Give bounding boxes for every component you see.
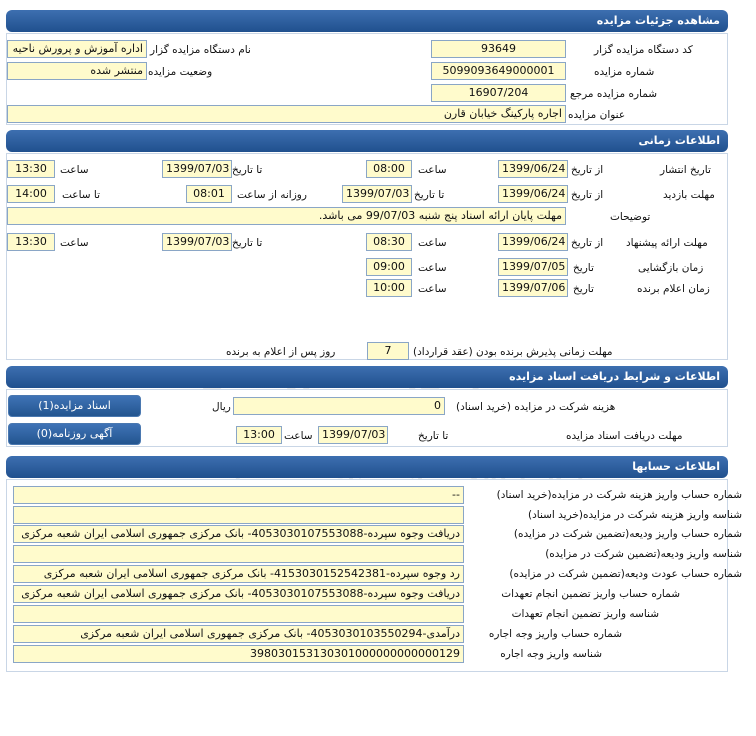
notes-label: توضیحات bbox=[610, 211, 651, 223]
opening-time-field: 09:00 bbox=[366, 258, 412, 276]
auction-no-field: 5099093649000001 bbox=[431, 62, 566, 80]
offer-to-time-field: 13:30 bbox=[7, 233, 55, 251]
account-row-value: 398030153130301000000000000129 bbox=[13, 645, 464, 663]
offer-label: مهلت ارائه پیشنهاد bbox=[626, 237, 708, 249]
account-row-label: شماره حساب واریز تضمین انجام تعهدات bbox=[501, 588, 680, 600]
notes-field: مهلت پایان ارائه اسناد پنج شنبه 99/07/03… bbox=[7, 207, 566, 225]
opening-date-label: تاریخ bbox=[573, 262, 594, 274]
visit-daily-to-field: 14:00 bbox=[7, 185, 55, 203]
account-row-value bbox=[13, 605, 464, 623]
fee-field: 0 bbox=[233, 397, 445, 415]
account-row-value: درآمدی-4053030103550294- بانک مرکزی جمهو… bbox=[13, 625, 464, 643]
offer-from-field: 1399/06/24 bbox=[498, 233, 568, 251]
account-row-label: شماره حساب واریز هزینه شرکت در مزایده(خر… bbox=[496, 489, 742, 501]
documents-section-header: اطلاعات و شرایط دریافت اسناد مزایده bbox=[6, 366, 728, 388]
account-row-value: دریافت وجوه سپرده-4053030107553088- بانک… bbox=[13, 525, 464, 543]
visit-daily-from-field: 08:01 bbox=[186, 185, 232, 203]
title-label: عنوان مزایده bbox=[568, 109, 626, 121]
auction-documents-button[interactable]: اسناد مزایده(1) bbox=[8, 395, 141, 417]
org-name-field: اداره آموزش و پرورش ناحیه bbox=[7, 40, 147, 58]
deadline-time-label: ساعت bbox=[284, 430, 313, 442]
newspaper-ads-button[interactable]: آگهی روزنامه(0) bbox=[8, 423, 141, 445]
title-field: اجاره پارکینگ خیابان قارن bbox=[7, 105, 566, 123]
account-row-value: دریافت وجوه سپرده-4053030107553088- بانک… bbox=[13, 585, 464, 603]
visit-to-field: 1399/07/03 bbox=[342, 185, 412, 203]
visit-from-field: 1399/06/24 bbox=[498, 185, 568, 203]
publish-to-time-field: 13:30 bbox=[7, 160, 55, 178]
visit-daily-to-label: تا ساعت bbox=[62, 189, 101, 201]
account-row-label: شناسه واریز وجه اجاره bbox=[500, 648, 602, 660]
deadline-label: مهلت دریافت اسناد مزایده bbox=[566, 430, 683, 442]
deadline-date-field: 1399/07/03 bbox=[318, 426, 388, 444]
publish-time-field: 08:00 bbox=[366, 160, 412, 178]
account-row-value bbox=[13, 506, 464, 524]
status-field: منتشر شده bbox=[7, 62, 147, 80]
account-row-value: -- bbox=[13, 486, 464, 504]
timing-section-header: اطلاعات زمانی bbox=[6, 130, 728, 152]
acceptance-days-field: 7 bbox=[367, 342, 409, 360]
acceptance-label: مهلت زمانی پذیرش برنده بودن (عقد قرارداد… bbox=[413, 346, 613, 358]
account-row-label: شماره حساب واریز ودیعه(تضمین شرکت در مزا… bbox=[513, 528, 742, 540]
ref-no-field: 16907/204 bbox=[431, 84, 566, 102]
publish-label: تاریخ انتشار bbox=[660, 164, 711, 176]
opening-time-label: ساعت bbox=[418, 262, 447, 274]
org-name-label: نام دستگاه مزایده گزار bbox=[150, 44, 251, 56]
account-row-label: شناسه واریز هزینه شرکت در مزایده(خرید اس… bbox=[527, 509, 742, 521]
auction-no-label: شماره مزایده bbox=[594, 66, 655, 78]
visit-to-label: تا تاریخ bbox=[414, 189, 445, 201]
opening-date-field: 1399/07/05 bbox=[498, 258, 568, 276]
winner-label: زمان اعلام برنده bbox=[637, 283, 710, 295]
winner-date-label: تاریخ bbox=[573, 283, 594, 295]
accounts-section-header: اطلاعات حسابها bbox=[6, 456, 728, 478]
account-row-label: شماره حساب عودت ودیعه(تضمین شرکت در مزای… bbox=[509, 568, 742, 580]
offer-from-label: از تاریخ bbox=[571, 237, 604, 249]
visit-label: مهلت بازدید bbox=[663, 189, 715, 201]
offer-time-field: 08:30 bbox=[366, 233, 412, 251]
deadline-time-field: 13:00 bbox=[236, 426, 282, 444]
publish-from-label: از تاریخ bbox=[571, 164, 604, 176]
visit-daily-from-label: روزانه از ساعت bbox=[237, 189, 307, 201]
publish-to-time-label: ساعت bbox=[60, 164, 89, 176]
fee-label: هزینه شرکت در مزایده (خرید اسناد) bbox=[456, 401, 616, 413]
org-code-label: کد دستگاه مزایده گزار bbox=[594, 44, 693, 56]
status-label: وضعیت مزایده bbox=[148, 66, 213, 78]
winner-date-field: 1399/07/06 bbox=[498, 279, 568, 297]
account-row-value: رد وجوه سپرده-4153030152542381- بانک مرک… bbox=[13, 565, 464, 583]
ref-no-label: شماره مزایده مرجع bbox=[570, 88, 658, 100]
org-code-field: 93649 bbox=[431, 40, 566, 58]
offer-to-field: 1399/07/03 bbox=[162, 233, 232, 251]
account-row-label: شماره حساب واریز وجه اجاره bbox=[488, 628, 622, 640]
publish-time-label: ساعت bbox=[418, 164, 447, 176]
account-row-label: شناسه واریز ودیعه(تضمین شرکت در مزایده) bbox=[545, 548, 742, 560]
acceptance-suffix: روز پس از اعلام به برنده bbox=[226, 346, 336, 358]
account-row-label: شناسه واریز تضمین انجام تعهدات bbox=[511, 608, 659, 620]
publish-to-label: تا تاریخ bbox=[232, 164, 263, 176]
winner-time-label: ساعت bbox=[418, 283, 447, 295]
publish-from-field: 1399/06/24 bbox=[498, 160, 568, 178]
offer-time-label: ساعت bbox=[418, 237, 447, 249]
opening-label: زمان بازگشایی bbox=[638, 262, 704, 274]
page-title: مشاهده جزئیات مزایده bbox=[6, 10, 728, 32]
currency-label: ریال bbox=[212, 401, 231, 413]
offer-to-time-label: ساعت bbox=[60, 237, 89, 249]
deadline-to-label: تا تاریخ bbox=[418, 430, 449, 442]
winner-time-field: 10:00 bbox=[366, 279, 412, 297]
visit-from-label: از تاریخ bbox=[571, 189, 604, 201]
account-row-value bbox=[13, 545, 464, 563]
publish-to-field: 1399/07/03 bbox=[162, 160, 232, 178]
offer-to-label: تا تاریخ bbox=[232, 237, 263, 249]
